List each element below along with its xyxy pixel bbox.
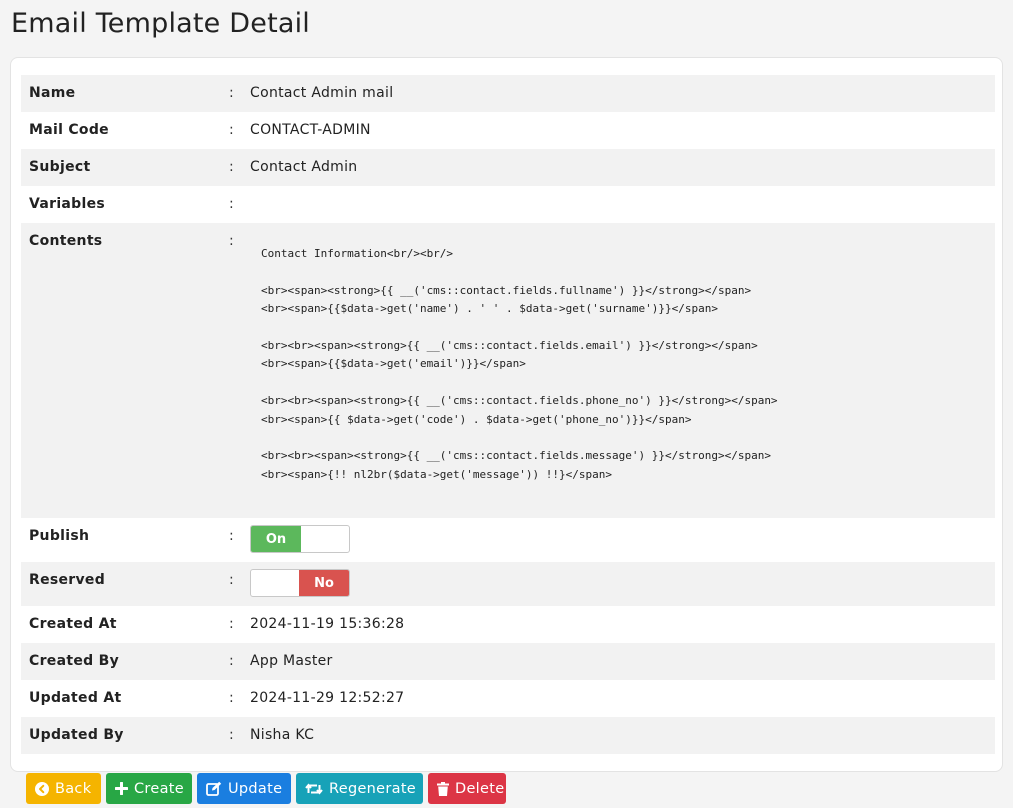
detail-table: Name : Contact Admin mail Mail Code : CO… <box>21 75 995 754</box>
regenerate-button-label: Regenerate <box>329 780 417 797</box>
separator: : <box>229 196 234 212</box>
publish-toggle-on: On <box>251 526 301 552</box>
created-by-value: App Master <box>250 653 333 669</box>
mail-code-value: CONTACT-ADMIN <box>250 122 371 138</box>
delete-button[interactable]: Delete <box>428 773 506 804</box>
contents-code: Contact Information<br/><br/> <br><span>… <box>261 247 778 481</box>
row-mail-code: Mail Code : CONTACT-ADMIN <box>21 112 995 149</box>
updated-by-value: Nisha KC <box>250 727 315 743</box>
detail-card: Name : Contact Admin mail Mail Code : CO… <box>10 57 1003 772</box>
contents-label: Contents <box>29 233 103 249</box>
delete-button-label: Delete <box>455 780 505 797</box>
subject-label: Subject <box>29 159 91 175</box>
separator: : <box>229 653 234 669</box>
separator: : <box>229 122 234 138</box>
plus-icon <box>115 782 128 795</box>
row-reserved: Reserved : No <box>21 562 995 606</box>
separator: : <box>229 233 234 249</box>
created-at-value: 2024-11-19 15:36:28 <box>250 616 405 632</box>
row-variables: Variables : <box>21 186 995 223</box>
update-button-label: Update <box>228 780 283 797</box>
subject-value: Contact Admin <box>250 159 358 175</box>
row-name: Name : Contact Admin mail <box>21 75 995 112</box>
row-updated-at: Updated At : 2024-11-29 12:52:27 <box>21 680 995 717</box>
row-publish: Publish : On <box>21 518 995 562</box>
edit-icon <box>206 781 222 796</box>
page-title: Email Template Detail <box>11 8 311 39</box>
row-updated-by: Updated By : Nisha KC <box>21 717 995 754</box>
name-value: Contact Admin mail <box>250 85 394 101</box>
reserved-toggle[interactable]: No <box>250 569 350 597</box>
reserved-toggle-no: No <box>299 570 349 596</box>
separator: : <box>229 85 234 101</box>
action-toolbar: Back Create Update Regenerate Delete <box>26 773 506 804</box>
updated-at-label: Updated At <box>29 690 122 706</box>
back-button[interactable]: Back <box>26 773 101 804</box>
row-created-by: Created By : App Master <box>21 643 995 680</box>
row-created-at: Created At : 2024-11-19 15:36:28 <box>21 606 995 643</box>
retweet-icon <box>305 782 323 796</box>
created-at-label: Created At <box>29 616 117 632</box>
back-button-label: Back <box>55 780 92 797</box>
separator: : <box>229 159 234 175</box>
update-button[interactable]: Update <box>197 773 291 804</box>
publish-toggle[interactable]: On <box>250 525 350 553</box>
reserved-label: Reserved <box>29 572 106 588</box>
separator: : <box>229 572 234 588</box>
separator: : <box>229 528 234 544</box>
separator: : <box>229 690 234 706</box>
created-by-label: Created By <box>29 653 120 669</box>
row-contents: Contents : Contact Information<br/><br/>… <box>21 223 995 518</box>
updated-at-value: 2024-11-29 12:52:27 <box>250 690 405 706</box>
create-button[interactable]: Create <box>106 773 192 804</box>
separator: : <box>229 727 234 743</box>
updated-by-label: Updated By <box>29 727 124 743</box>
arrow-left-circle-icon <box>35 781 49 796</box>
regenerate-button[interactable]: Regenerate <box>296 773 423 804</box>
trash-icon <box>437 781 449 796</box>
publish-label: Publish <box>29 528 90 544</box>
create-button-label: Create <box>134 780 184 797</box>
variables-label: Variables <box>29 196 106 212</box>
name-label: Name <box>29 85 76 101</box>
mail-code-label: Mail Code <box>29 122 109 138</box>
separator: : <box>229 616 234 632</box>
row-subject: Subject : Contact Admin <box>21 149 995 186</box>
